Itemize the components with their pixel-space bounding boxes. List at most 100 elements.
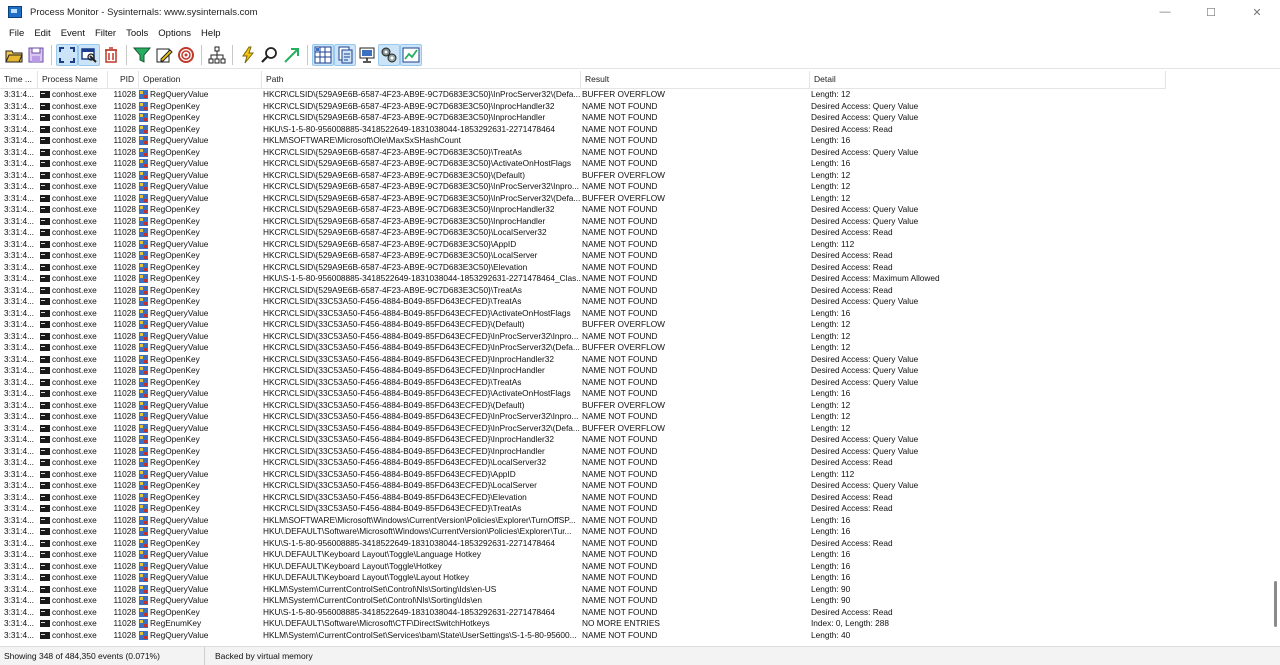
open-button[interactable] xyxy=(3,44,25,66)
table-row[interactable]: 3:31:4... conhost.exe 11028 RegOpenKey HKCR\… xyxy=(0,480,1270,492)
table-row[interactable]: 3:31:4... conhost.exe 11028 RegQueryValue HK… xyxy=(0,584,1270,596)
menu-file[interactable]: File xyxy=(4,28,29,39)
table-row[interactable]: 3:31:4... conhost.exe 11028 RegOpenKey HKCR\… xyxy=(0,446,1270,458)
capture-button[interactable] xyxy=(78,44,100,66)
operation-cell: RegQueryValue xyxy=(139,239,261,251)
table-row[interactable]: 3:31:4... conhost.exe 11028 RegQueryValue HK… xyxy=(0,331,1270,343)
table-row[interactable]: 3:31:4... conhost.exe 11028 RegQueryValue HK… xyxy=(0,89,1270,101)
table-row[interactable]: 3:31:4... conhost.exe 11028 RegOpenKey HKCR\… xyxy=(0,204,1270,216)
file-activity-button[interactable] xyxy=(334,44,356,66)
table-row[interactable]: 3:31:4... conhost.exe 11028 RegQueryValue HK… xyxy=(0,239,1270,251)
table-row[interactable]: 3:31:4... conhost.exe 11028 RegOpenKey HKCR\… xyxy=(0,377,1270,389)
column-header-process-name[interactable]: Process Name xyxy=(38,71,108,88)
table-row[interactable]: 3:31:4... conhost.exe 11028 RegQueryValue HK… xyxy=(0,308,1270,320)
table-row[interactable]: 3:31:4... conhost.exe 11028 RegQueryValue HK… xyxy=(0,572,1270,584)
table-row[interactable]: 3:31:4... conhost.exe 11028 RegQueryValue HK… xyxy=(0,561,1270,573)
table-row[interactable]: 3:31:4... conhost.exe 11028 RegOpenKey HKCR\… xyxy=(0,296,1270,308)
autoscroll-button[interactable] xyxy=(56,44,78,66)
table-row[interactable]: 3:31:4... conhost.exe 11028 RegQueryValue HK… xyxy=(0,400,1270,412)
table-row[interactable]: 3:31:4... conhost.exe 11028 RegOpenKey HKCR\… xyxy=(0,147,1270,159)
table-row[interactable]: 3:31:4... conhost.exe 11028 RegOpenKey HKCR\… xyxy=(0,262,1270,274)
result-cell: NAME NOT FOUND xyxy=(582,561,808,573)
table-row[interactable]: 3:31:4... conhost.exe 11028 RegOpenKey HKCR\… xyxy=(0,503,1270,515)
table-row[interactable]: 3:31:4... conhost.exe 11028 RegOpenKey HKCR\… xyxy=(0,434,1270,446)
table-row[interactable]: 3:31:4... conhost.exe 11028 RegOpenKey HKCR\… xyxy=(0,285,1270,297)
table-row[interactable]: 3:31:4... conhost.exe 11028 RegQueryValue HK… xyxy=(0,342,1270,354)
table-row[interactable]: 3:31:4... conhost.exe 11028 RegQueryValue HK… xyxy=(0,515,1270,527)
table-row[interactable]: 3:31:4... conhost.exe 11028 RegQueryValue HK… xyxy=(0,411,1270,423)
jump-to-button[interactable] xyxy=(281,44,303,66)
registry-activity-button[interactable] xyxy=(312,44,334,66)
table-row[interactable]: 3:31:4... conhost.exe 11028 RegQueryValue HK… xyxy=(0,181,1270,193)
table-row[interactable]: 3:31:4... conhost.exe 11028 RegQueryValue HK… xyxy=(0,319,1270,331)
column-header-pid[interactable]: PID xyxy=(108,71,139,88)
table-row[interactable]: 3:31:4... conhost.exe 11028 RegOpenKey HKCR\… xyxy=(0,457,1270,469)
table-row[interactable]: 3:31:4... conhost.exe 11028 RegQueryValue HK… xyxy=(0,135,1270,147)
console-process-icon xyxy=(40,401,50,409)
column-header-time[interactable]: Time ... xyxy=(0,71,38,88)
highlight-icon xyxy=(156,48,173,63)
table-row[interactable]: 3:31:4... conhost.exe 11028 RegQueryValue HK… xyxy=(0,630,1270,642)
registry-operation-icon xyxy=(139,607,148,617)
table-row[interactable]: 3:31:4... conhost.exe 11028 RegOpenKey HKCR\… xyxy=(0,250,1270,262)
find-button[interactable] xyxy=(259,44,281,66)
network-activity-button[interactable] xyxy=(356,44,378,66)
clear-button[interactable] xyxy=(100,44,122,66)
table-row[interactable]: 3:31:4... conhost.exe 11028 RegQueryValue HK… xyxy=(0,170,1270,182)
menu-edit[interactable]: Edit xyxy=(29,28,55,39)
table-row[interactable]: 3:31:4... conhost.exe 11028 RegOpenKey HKCR\… xyxy=(0,112,1270,124)
scrollbar-thumb[interactable] xyxy=(1274,580,1277,627)
table-row[interactable]: 3:31:4... conhost.exe 11028 RegOpenKey HKU\S… xyxy=(0,607,1270,619)
operation-cell: RegQueryValue xyxy=(139,89,261,101)
table-row[interactable]: 3:31:4... conhost.exe 11028 RegQueryValue HK… xyxy=(0,158,1270,170)
operation-cell: RegQueryValue xyxy=(139,572,261,584)
table-row[interactable]: 3:31:4... conhost.exe 11028 RegQueryValue HK… xyxy=(0,526,1270,538)
column-header-detail[interactable]: Detail xyxy=(810,71,1166,88)
highlight-button[interactable] xyxy=(153,44,175,66)
table-row[interactable]: 3:31:4... conhost.exe 11028 RegOpenKey HKCR\… xyxy=(0,492,1270,504)
event-properties-button[interactable] xyxy=(237,44,259,66)
result-cell: BUFFER OVERFLOW xyxy=(582,423,808,435)
filter-button[interactable] xyxy=(131,44,153,66)
table-row[interactable]: 3:31:4... conhost.exe 11028 RegQueryValue HK… xyxy=(0,193,1270,205)
table-row[interactable]: 3:31:4... conhost.exe 11028 RegQueryValue HK… xyxy=(0,423,1270,435)
menu-event[interactable]: Event xyxy=(56,28,90,39)
column-header-operation[interactable]: Operation xyxy=(139,71,262,88)
operation-cell-text: RegQueryValue xyxy=(150,422,209,433)
table-row[interactable]: 3:31:4... conhost.exe 11028 RegQueryValue HK… xyxy=(0,549,1270,561)
process-activity-button[interactable] xyxy=(378,44,400,66)
profiling-button[interactable] xyxy=(400,44,422,66)
table-row[interactable]: 3:31:4... conhost.exe 11028 RegOpenKey HKCR\… xyxy=(0,216,1270,228)
table-row[interactable]: 3:31:4... conhost.exe 11028 RegOpenKey HKCR\… xyxy=(0,365,1270,377)
minimize-button[interactable]: — xyxy=(1142,0,1188,24)
table-row[interactable]: 3:31:4... conhost.exe 11028 RegEnumKey HKU\.… xyxy=(0,618,1270,630)
table-row[interactable]: 3:31:4... conhost.exe 11028 RegOpenKey HKU\S… xyxy=(0,538,1270,550)
save-button[interactable] xyxy=(25,44,47,66)
table-row[interactable]: 3:31:4... conhost.exe 11028 RegQueryValue HK… xyxy=(0,388,1270,400)
pid-cell-text: 11028 xyxy=(113,215,136,226)
console-process-icon xyxy=(40,91,50,99)
table-row[interactable]: 3:31:4... conhost.exe 11028 RegQueryValue HK… xyxy=(0,469,1270,481)
table-row[interactable]: 3:31:4... conhost.exe 11028 RegOpenKey HKCR\… xyxy=(0,101,1270,113)
maximize-button[interactable]: ☐ xyxy=(1188,0,1234,24)
detail-cell: Length: 12 xyxy=(811,400,1171,412)
detail-cell-text: Length: 16 xyxy=(811,135,851,145)
table-row[interactable]: 3:31:4... conhost.exe 11028 RegOpenKey HKU\S… xyxy=(0,273,1270,285)
column-header-path[interactable]: Path xyxy=(262,71,581,88)
pid-cell: 11028 xyxy=(108,227,136,239)
close-button[interactable]: ✕ xyxy=(1234,0,1280,24)
menu-options[interactable]: Options xyxy=(153,28,196,39)
table-row[interactable]: 3:31:4... conhost.exe 11028 RegOpenKey HKCR\… xyxy=(0,354,1270,366)
table-row[interactable]: 3:31:4... conhost.exe 11028 RegQueryValue HK… xyxy=(0,595,1270,607)
menu-help[interactable]: Help xyxy=(196,28,226,39)
column-header-result[interactable]: Result xyxy=(581,71,810,88)
process-tree-button[interactable] xyxy=(206,44,228,66)
menu-tools[interactable]: Tools xyxy=(121,28,153,39)
pid-cell-text: 11028 xyxy=(113,537,136,548)
include-process-button[interactable] xyxy=(175,44,197,66)
vertical-scrollbar[interactable] xyxy=(1268,71,1280,648)
event-list[interactable]: 3:31:4... conhost.exe 11028 RegQueryValue HK… xyxy=(0,89,1270,642)
menu-filter[interactable]: Filter xyxy=(90,28,121,39)
table-row[interactable]: 3:31:4... conhost.exe 11028 RegOpenKey HKCR\… xyxy=(0,227,1270,239)
table-row[interactable]: 3:31:4... conhost.exe 11028 RegOpenKey HKU\S… xyxy=(0,124,1270,136)
